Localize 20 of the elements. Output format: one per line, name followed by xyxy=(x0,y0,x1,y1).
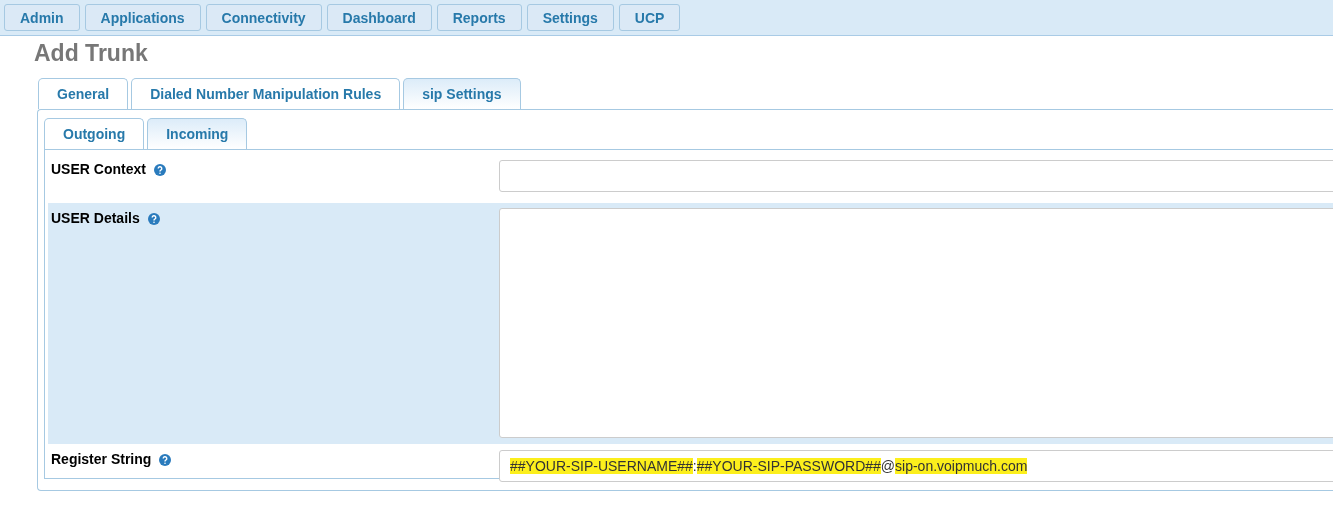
nav-button[interactable]: Applications xyxy=(84,4,201,31)
nav-button[interactable]: Admin xyxy=(4,4,80,31)
tab[interactable]: Outgoing xyxy=(44,118,145,149)
tab[interactable]: Incoming xyxy=(147,118,248,149)
help-icon[interactable] xyxy=(153,164,166,176)
nav-button[interactable]: UCP xyxy=(618,4,681,31)
nav-button[interactable]: Settings xyxy=(526,4,614,31)
field-label: USER Details xyxy=(51,210,140,226)
field-label: USER Context xyxy=(51,161,146,177)
text-field[interactable] xyxy=(499,160,1333,192)
tab[interactable]: sip Settings xyxy=(403,78,521,109)
nav-button[interactable]: Dashboard xyxy=(326,4,432,31)
tab[interactable]: General xyxy=(38,78,129,109)
tab[interactable]: Dialed Number Manipulation Rules xyxy=(131,78,401,109)
help-icon[interactable] xyxy=(159,454,172,466)
nav-button[interactable]: Connectivity xyxy=(205,4,322,31)
page-title: Add Trunk xyxy=(34,40,149,68)
field-label: Register String xyxy=(51,451,152,467)
help-icon[interactable] xyxy=(147,213,160,225)
nav-button[interactable]: Reports xyxy=(436,4,522,31)
